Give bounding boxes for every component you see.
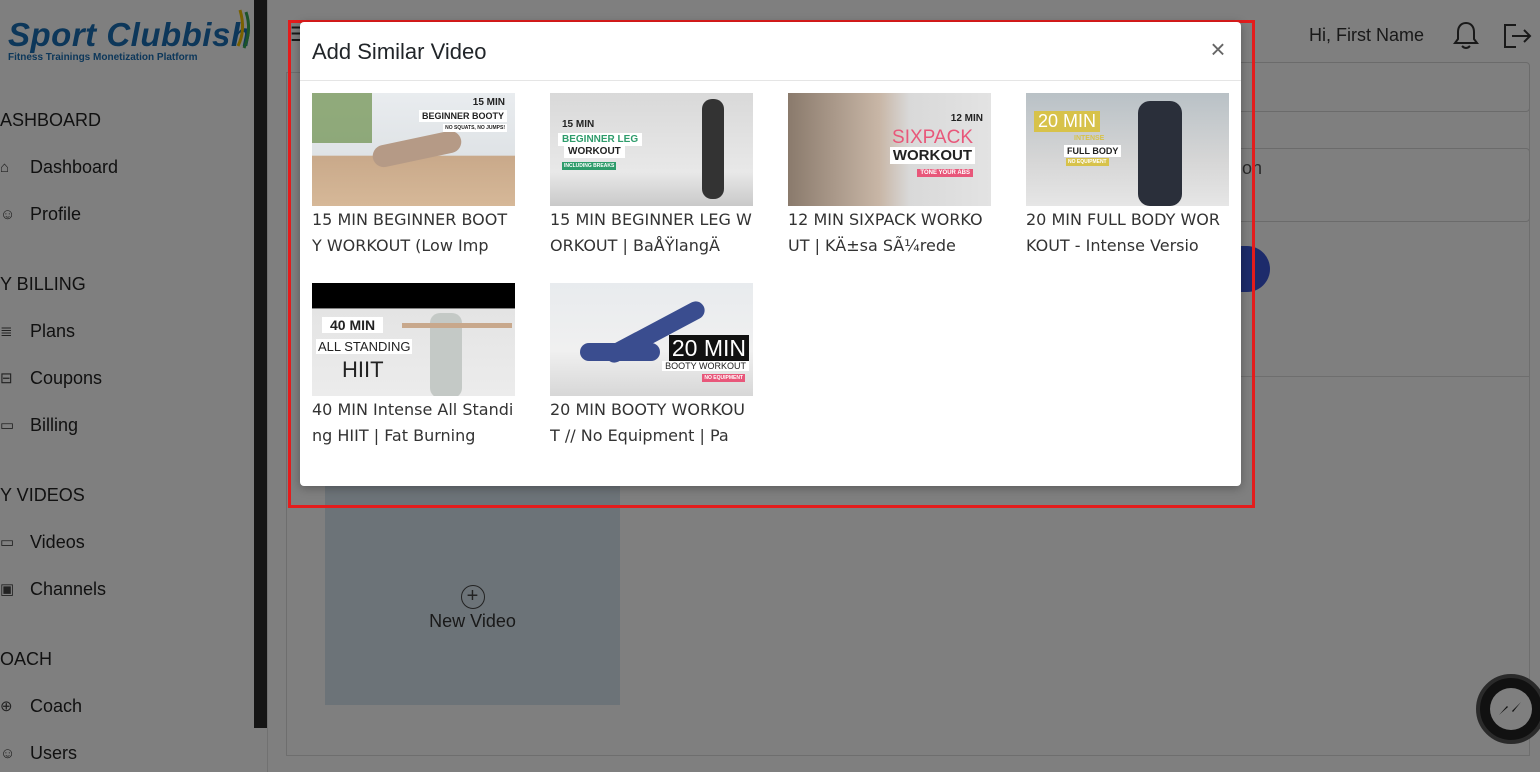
thumb-text: TONE YOUR ABS — [917, 169, 973, 177]
thumb-figure — [1138, 101, 1182, 206]
thumb-text: NO SQUATS, NO JUMPS! — [443, 124, 507, 132]
video-card[interactable]: 40 MIN ALL STANDING HIIT 40 MIN Intense … — [312, 283, 515, 449]
add-similar-video-modal: Add Similar Video × 15 MIN BEGINNER BOOT… — [300, 22, 1241, 486]
thumb-figure-arms — [402, 323, 512, 328]
video-title[interactable]: 40 MIN Intense All Standing HIIT | Fat B… — [312, 397, 515, 449]
thumb-text: ALL STANDING — [316, 339, 413, 354]
thumb-text: WORKOUT — [564, 145, 625, 158]
video-card[interactable]: 15 MIN BEGINNER BOOTY NO SQUATS, NO JUMP… — [312, 93, 515, 259]
thumb-text: WORKOUT — [889, 147, 975, 164]
video-card[interactable]: 15 MIN BEGINNER LEG WORKOUT INCLUDING BR… — [550, 93, 753, 259]
video-title[interactable]: 20 MIN FULL BODY WORKOUT - Intense Versi… — [1026, 207, 1229, 259]
video-card[interactable]: 20 MIN BOOTY WORKOUT NO EQUIPMENT 20 MIN… — [550, 283, 753, 449]
video-title[interactable]: 15 MIN BEGINNER BOOTY WORKOUT (Low Imp — [312, 207, 515, 259]
thumb-foliage — [312, 93, 372, 143]
video-title[interactable]: 15 MIN BEGINNER LEG WORKOUT | BaÅŸlangÄ — [550, 207, 753, 259]
thumb-text: NO EQUIPMENT — [1066, 158, 1109, 166]
modal-header: Add Similar Video × — [300, 22, 1241, 81]
thumb-text: INTENSE — [1074, 135, 1105, 142]
video-thumbnail[interactable]: 12 MIN SIXPACK WORKOUT TONE YOUR ABS — [788, 93, 991, 206]
thumb-text: NO EQUIPMENT — [702, 374, 745, 382]
thumb-text: 12 MIN — [950, 113, 983, 124]
thumb-text: 15 MIN — [472, 97, 505, 108]
thumb-text: SIXPACK — [892, 127, 973, 148]
video-title[interactable]: 20 MIN BOOTY WORKOUT // No Equipment | P… — [550, 397, 753, 449]
video-thumbnail[interactable]: 15 MIN BEGINNER BOOTY NO SQUATS, NO JUMP… — [312, 93, 515, 206]
video-thumbnail[interactable]: 20 MIN BOOTY WORKOUT NO EQUIPMENT — [550, 283, 753, 396]
thumb-figure — [370, 128, 464, 170]
thumb-text: INCLUDING BREAKS — [562, 162, 617, 170]
thumb-text: BEGINNER BOOTY — [418, 110, 507, 122]
thumb-text: FULL BODY — [1064, 145, 1122, 157]
thumb-text: 15 MIN — [562, 119, 595, 130]
thumb-text: 40 MIN — [322, 317, 384, 333]
close-icon[interactable]: × — [1206, 36, 1230, 64]
video-thumbnail[interactable]: 15 MIN BEGINNER LEG WORKOUT INCLUDING BR… — [550, 93, 753, 206]
thumb-text: BOOTY WORKOUT — [662, 361, 749, 371]
thumb-text: 20 MIN — [668, 335, 749, 362]
video-card[interactable]: 20 MIN INTENSE FULL BODY NO EQUIPMENT 20… — [1026, 93, 1229, 259]
thumb-figure — [580, 343, 660, 361]
thumb-text: 20 MIN — [1034, 111, 1101, 132]
video-title[interactable]: 12 MIN SIXPACK WORKOUT | KÄ±sa SÃ¼rede — [788, 207, 991, 259]
thumb-text: HIIT — [342, 357, 384, 382]
video-card[interactable]: 12 MIN SIXPACK WORKOUT TONE YOUR ABS 12 … — [788, 93, 991, 259]
video-thumbnail[interactable]: 20 MIN INTENSE FULL BODY NO EQUIPMENT — [1026, 93, 1229, 206]
modal-title: Add Similar Video — [312, 39, 487, 64]
thumb-figure — [702, 99, 724, 199]
video-thumbnail[interactable]: 40 MIN ALL STANDING HIIT — [312, 283, 515, 396]
